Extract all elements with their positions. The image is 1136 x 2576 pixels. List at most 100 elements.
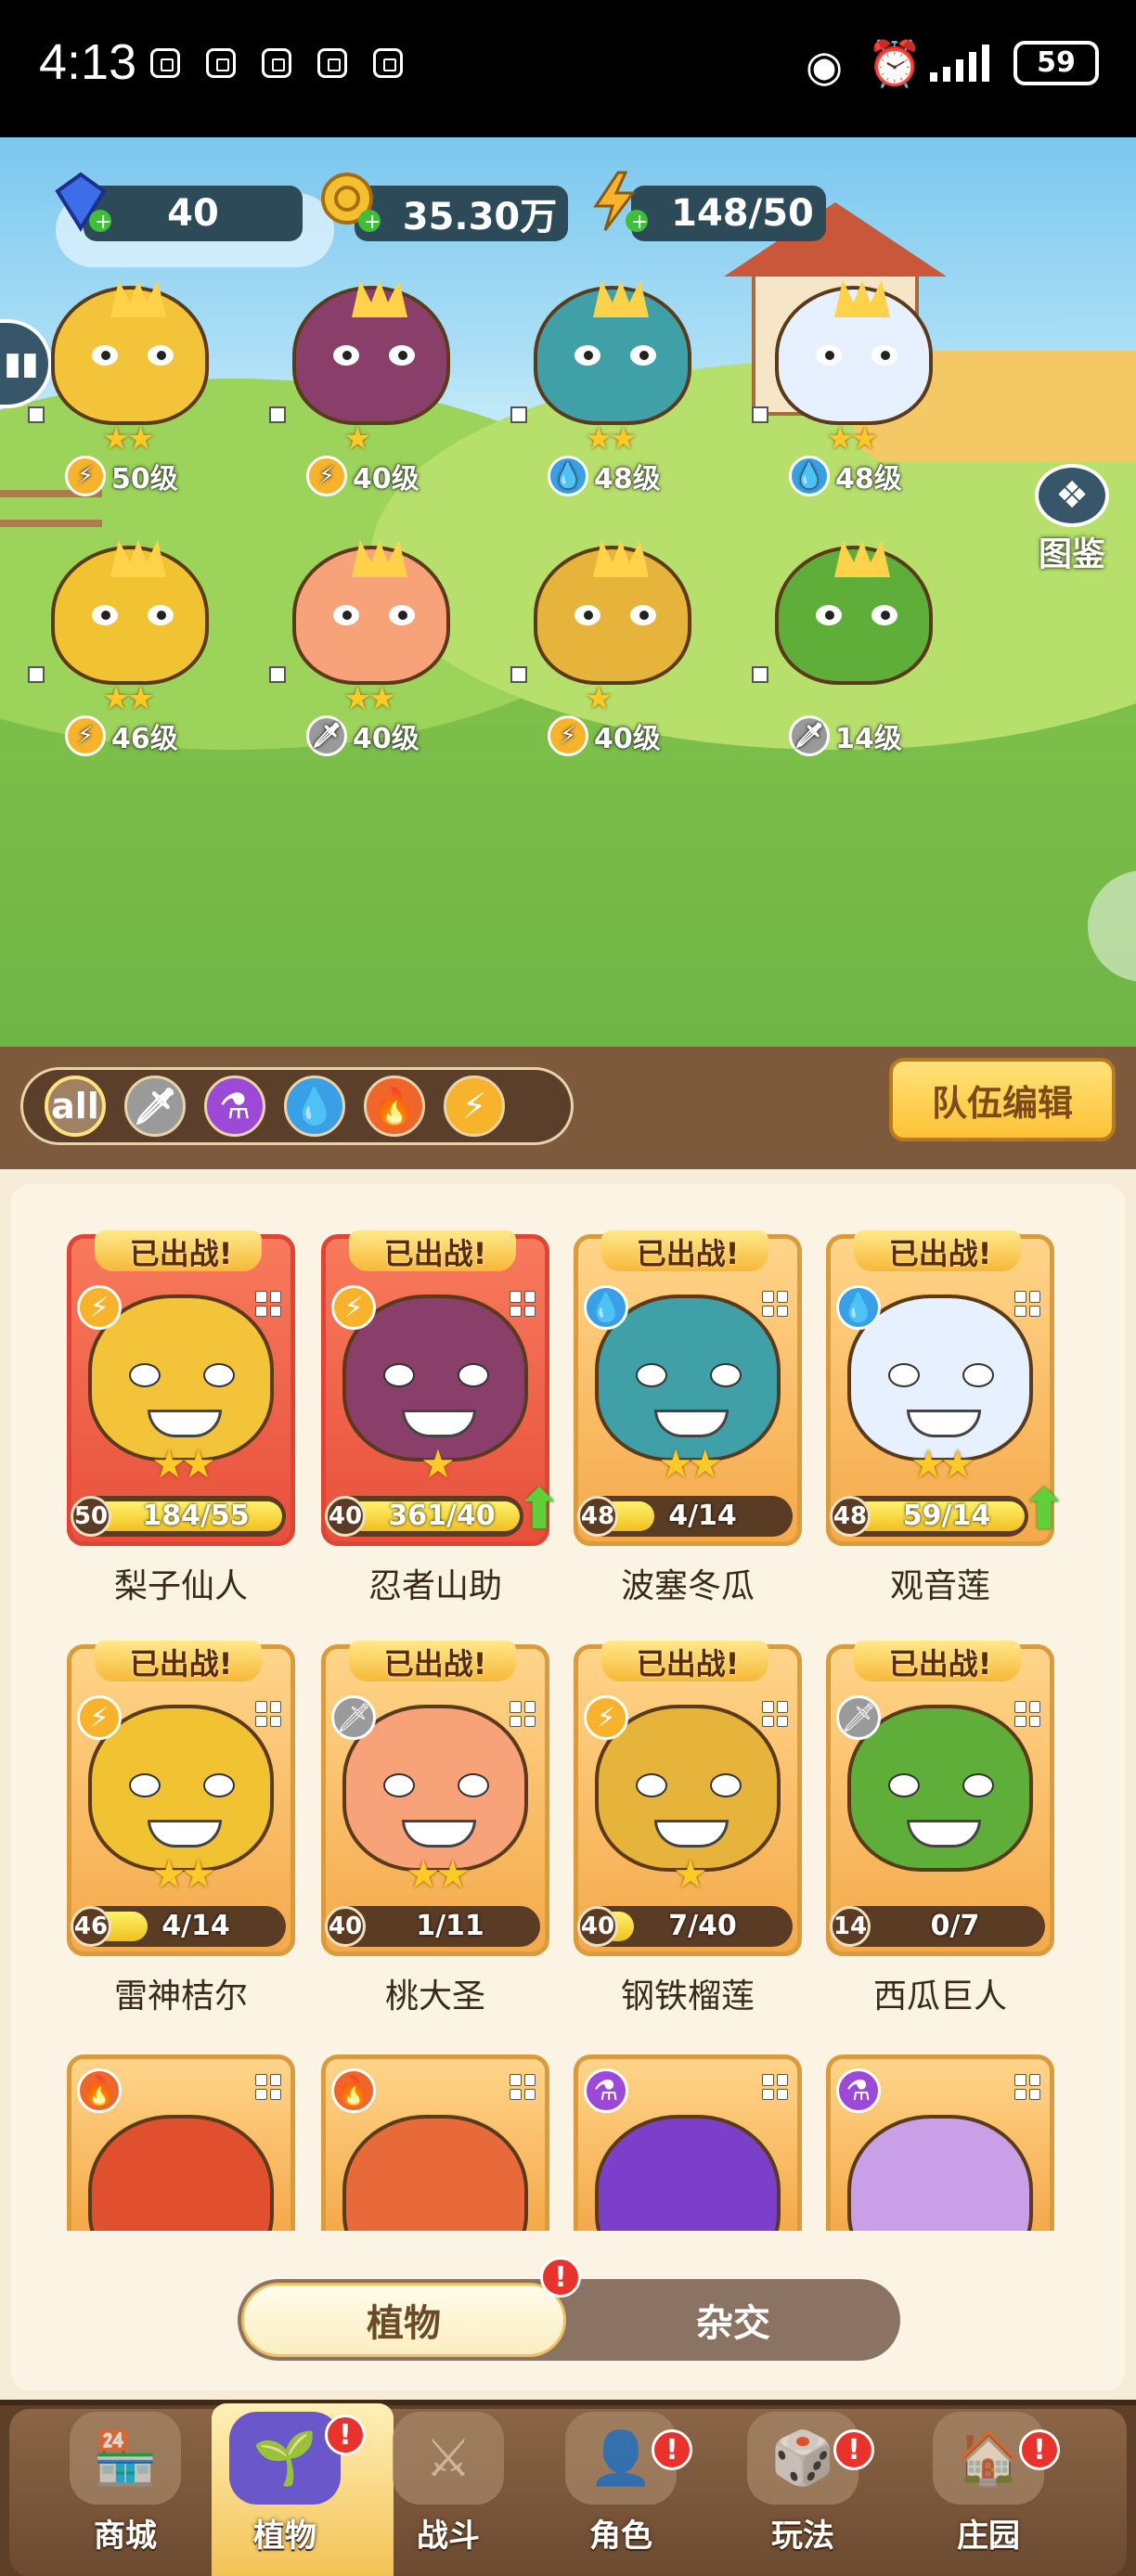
- alert-badge: !: [1019, 2429, 1060, 2470]
- hero-level-label: 46级: [111, 723, 178, 755]
- plant-card-partial[interactable]: 🔥: [67, 2054, 295, 2231]
- toggle-hybrid-tab[interactable]: 杂交: [594, 2283, 872, 2357]
- lineup-hero[interactable]: 🗡 14级: [752, 527, 956, 768]
- formation-cell: [1014, 2074, 1026, 2086]
- water-icon: 💧: [836, 1285, 881, 1330]
- lightning-icon: ⚡: [77, 1695, 122, 1740]
- nav-battle[interactable]: ⚔ 战斗: [369, 2405, 527, 2569]
- toggle-plants-tab[interactable]: 植物: [241, 2283, 566, 2357]
- energy-icon[interactable]: +: [585, 169, 650, 234]
- hero-eye: [92, 345, 118, 366]
- filter-all[interactable]: all: [45, 1075, 106, 1137]
- filter-sword[interactable]: 🗡: [124, 1075, 186, 1137]
- card-progress: 184/55: [142, 1500, 250, 1532]
- lightning-icon: ⚡: [77, 1285, 122, 1330]
- plant-card-partial[interactable]: ⚗: [574, 2054, 802, 2231]
- deployed-text: 已出战!: [888, 1646, 992, 1681]
- hero-eye: [333, 605, 359, 625]
- hero-stars: ★★: [585, 420, 638, 457]
- lineup-hero[interactable]: ★ ⚡ 40级: [269, 267, 473, 509]
- filter-poison[interactable]: ⚗: [204, 1075, 265, 1137]
- eye-icon: ◉: [806, 41, 844, 91]
- sword-icon: 🗡: [789, 715, 830, 756]
- card-progress: 59/14: [902, 1500, 991, 1532]
- upgrade-arrow-icon[interactable]: ⬆: [516, 1477, 568, 1542]
- filter-fire[interactable]: 🔥: [364, 1075, 425, 1137]
- lineup-hero[interactable]: ★ ⚡ 40级: [510, 527, 715, 768]
- deployed-text: 已出战!: [636, 1236, 740, 1271]
- notification-app-icon: [150, 48, 180, 78]
- filter-water[interactable]: 💧: [284, 1075, 345, 1137]
- lightning-icon: ⚡: [306, 456, 347, 496]
- formation-icon: [510, 1701, 536, 1727]
- alert-badge: !: [833, 2429, 874, 2470]
- plant-eye: [888, 1363, 920, 1387]
- slot-marker-icon: [752, 666, 768, 683]
- coin-icon[interactable]: +: [317, 169, 382, 234]
- plant-eye: [129, 1363, 161, 1387]
- nav-label: 玩法: [771, 2518, 834, 2555]
- plant-card-partial[interactable]: 🔥: [321, 2054, 549, 2231]
- hero-eye: [92, 605, 118, 625]
- hero-eye: [630, 345, 656, 366]
- hero-level: 💧 48级: [548, 455, 661, 497]
- hero-level: ⚡ 40级: [306, 455, 420, 497]
- formation-cell: [1014, 1701, 1026, 1713]
- hero-crown: [110, 280, 166, 317]
- formation-cell: [776, 2074, 788, 2086]
- svg-text:+: +: [631, 211, 648, 234]
- progress-bar: 48 59/14: [830, 1496, 1028, 1537]
- lineup-hero[interactable]: ★★ 💧 48级: [510, 267, 715, 509]
- sword-icon: 🗡: [836, 1695, 881, 1740]
- nav-character[interactable]: 👤 角色!: [542, 2405, 700, 2569]
- lineup-hero[interactable]: ★★ 💧 48级: [752, 267, 956, 509]
- hero-eye: [148, 605, 174, 625]
- hero-level-label: 48级: [835, 463, 902, 496]
- hero-crown: [593, 540, 649, 577]
- formation-cell: [762, 1715, 774, 1727]
- formation-icon: [1014, 1291, 1040, 1317]
- nav-gameplay[interactable]: 🎲 玩法!: [724, 2405, 882, 2569]
- plants-icon: 🌱: [229, 2412, 341, 2505]
- nav-plants[interactable]: 🌱 植物!: [206, 2405, 366, 2569]
- formation-cell: [523, 1715, 536, 1727]
- card-stars: ★: [420, 1441, 456, 1487]
- formation-icon: [1014, 2074, 1040, 2100]
- lineup-hero[interactable]: ★★ ⚡ 46级: [28, 527, 232, 768]
- plant-eye: [458, 1363, 489, 1387]
- nav-manor[interactable]: 🏠 庄园!: [910, 2405, 1067, 2569]
- scroll-right-arrow[interactable]: [1088, 870, 1136, 982]
- lineup-hero[interactable]: ★★ 🗡 40级: [269, 527, 473, 768]
- nav-label: 战斗: [417, 2518, 480, 2555]
- hero-level: ⚡ 40级: [548, 715, 661, 757]
- hero-eye: [871, 345, 897, 366]
- formation-cell: [510, 2088, 522, 2100]
- notification-app-icon: [262, 48, 291, 78]
- svg-text:+: +: [95, 211, 111, 234]
- card-progress: 4/14: [161, 1910, 230, 1942]
- plant-card-partial[interactable]: ⚗: [826, 2054, 1054, 2231]
- deployed-text: 已出战!: [636, 1646, 740, 1681]
- formation-cell: [269, 2088, 281, 2100]
- card-stars: ★★: [910, 1441, 975, 1487]
- filter-lightning[interactable]: ⚡: [444, 1075, 505, 1137]
- lineup-hero[interactable]: ★★ ⚡ 50级: [28, 267, 232, 509]
- progress-bar: 46 4/14: [71, 1906, 286, 1947]
- hero-stars: ★: [343, 420, 372, 457]
- formation-cell: [523, 2074, 536, 2086]
- deployed-label: 已出战!: [321, 1637, 549, 1687]
- plant-eye: [962, 1773, 994, 1797]
- hero-crown: [834, 280, 890, 317]
- gem-icon[interactable]: +: [48, 169, 113, 234]
- hero-level-label: 50级: [111, 463, 178, 496]
- hero-figure: [534, 540, 691, 685]
- upgrade-arrow-icon[interactable]: ⬆: [1021, 1477, 1073, 1542]
- formation-cell: [762, 1305, 774, 1317]
- codex-button[interactable]: ❖ 图鉴: [1021, 464, 1123, 575]
- formation-cell: [762, 2088, 774, 2100]
- team-edit-button[interactable]: 队伍编辑: [889, 1058, 1116, 1141]
- formation-cell: [255, 1305, 267, 1317]
- nav-shop[interactable]: 🏪 商城: [46, 2405, 204, 2569]
- nav-label: 角色: [589, 2518, 652, 2555]
- slot-marker-icon: [269, 666, 286, 683]
